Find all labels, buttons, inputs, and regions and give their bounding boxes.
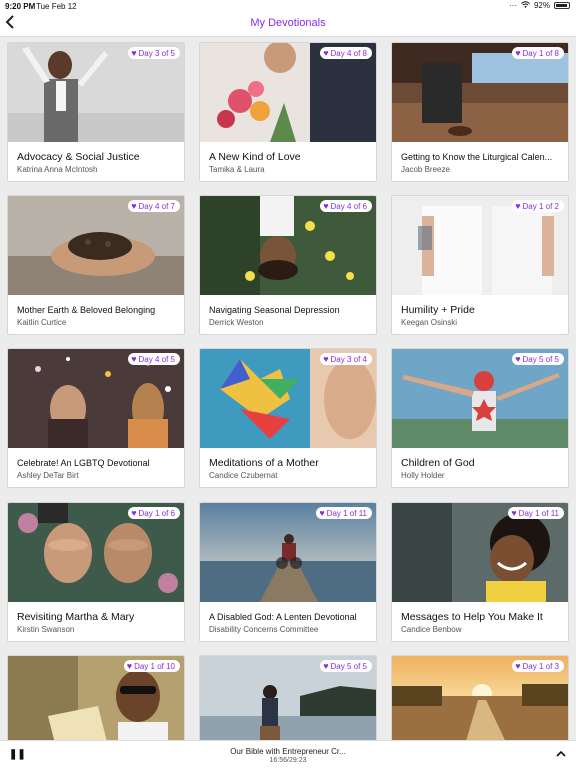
card-author: Kirstin Swanson	[17, 625, 75, 634]
devotional-card[interactable]: ♥ Day 4 of 7 Mother Earth & Beloved Belon…	[7, 195, 185, 335]
heart-icon: ♥	[131, 508, 137, 518]
progress-badge: ♥ Day 5 of 5	[512, 353, 564, 365]
card-author: Candice Czubernat	[209, 471, 278, 480]
devotional-card[interactable]: ♥ Day 5 of 5	[199, 655, 377, 740]
devotional-card[interactable]: ♥ Day 1 of 2 Humility + Pride Keegan Osin…	[391, 195, 569, 335]
card-title: Revisiting Martha & Mary	[17, 611, 135, 623]
devotional-grid: ♥ Day 3 of 5 Advocacy & Social Justice Ka…	[0, 38, 576, 740]
battery-icon	[554, 2, 570, 9]
card-author: Kaitlin Curtice	[17, 318, 67, 327]
devotional-card[interactable]: ♥ Day 4 of 8 A New Kind of Love Tamika & …	[199, 42, 377, 182]
progress-badge: ♥ Day 4 of 5	[128, 353, 180, 365]
nav-bar: My Devotionals	[0, 12, 576, 37]
progress-badge: ♥ Day 5 of 5	[320, 660, 372, 672]
player-title: Our Bible with Entrepreneur Cr...	[230, 747, 346, 756]
devotional-card[interactable]: ♥ Day 1 of 10	[7, 655, 185, 740]
card-author: Derrick Weston	[209, 318, 264, 327]
card-title: Advocacy & Social Justice	[17, 151, 140, 163]
heart-icon: ♥	[126, 661, 133, 671]
progress-badge: ♥ Day 1 of 10	[123, 660, 180, 672]
card-title: Messages to Help You Make It	[401, 611, 543, 623]
card-title: Children of God	[401, 457, 475, 469]
heart-icon: ♥	[515, 661, 521, 671]
progress-badge: ♥ Day 4 of 8	[320, 47, 372, 59]
card-title: Mother Earth & Beloved Belonging	[17, 305, 156, 315]
heart-icon: ♥	[131, 201, 137, 211]
progress-badge: ♥ Day 3 of 4	[320, 353, 372, 365]
progress-badge: ♥ Day 4 of 7	[128, 200, 180, 212]
card-title: Meditations of a Mother	[209, 457, 319, 469]
status-time: 9:20 PM	[5, 2, 36, 11]
progress-badge: ♥ Day 1 of 3	[512, 660, 564, 672]
card-title: A Disabled God: A Lenten Devotional	[209, 612, 357, 622]
battery-percent: 92%	[533, 1, 550, 10]
chevron-up-icon[interactable]	[556, 747, 566, 761]
card-author: Tamika & Laura	[209, 165, 265, 174]
devotional-card[interactable]: ♥ Day 4 of 6 Navigating Seasonal Depressi…	[199, 195, 377, 335]
progress-badge: ♥ Day 1 of 2	[512, 200, 564, 212]
heart-icon: ♥	[511, 508, 517, 518]
card-author: Candice Benbow	[401, 625, 462, 634]
card-title: Navigating Seasonal Depression	[209, 305, 340, 315]
heart-icon: ♥	[515, 201, 521, 211]
devotional-card[interactable]: ♥ Day 1 of 11 A Disabled God: A Lenten De…	[199, 502, 377, 642]
heart-icon: ♥	[515, 354, 521, 364]
progress-badge: ♥ Day 1 of 8	[512, 47, 564, 59]
mini-player: ❚❚ Our Bible with Entrepreneur Cr... 16:…	[0, 740, 576, 768]
wifi-icon	[521, 1, 530, 10]
devotional-card[interactable]: ♥ Day 3 of 5 Advocacy & Social Justice Ka…	[7, 42, 185, 182]
status-date: Tue Feb 12	[36, 2, 77, 11]
heart-icon: ♥	[323, 201, 329, 211]
progress-badge: ♥ Day 3 of 5	[128, 47, 180, 59]
heart-icon: ♥	[319, 508, 325, 518]
card-author: Holly Holder	[401, 471, 445, 480]
card-title: Celebrate! An LGBTQ Devotional	[17, 458, 150, 468]
heart-icon: ♥	[131, 48, 137, 58]
progress-badge: ♥ Day 1 of 11	[508, 507, 564, 519]
card-author: Disability Concerns Committee	[209, 625, 319, 634]
progress-badge: ♥ Day 1 of 11	[316, 507, 372, 519]
heart-icon: ♥	[323, 354, 329, 364]
devotional-card[interactable]: ♥ Day 1 of 11 Messages to Help You Make I…	[391, 502, 569, 642]
card-author: Jacob Breeze	[401, 165, 450, 174]
heart-icon: ♥	[515, 48, 521, 58]
player-time: 16:56/29:23	[269, 757, 307, 764]
heart-icon: ♥	[131, 354, 137, 364]
devotional-card[interactable]: ♥ Day 3 of 4 Meditations of a Mother Cand…	[199, 348, 377, 488]
heart-icon: ♥	[323, 661, 329, 671]
devotional-card[interactable]: ♥ Day 1 of 3	[391, 655, 569, 740]
card-title: A New Kind of Love	[209, 151, 301, 163]
progress-badge: ♥ Day 1 of 6	[128, 507, 180, 519]
status-bar: 9:20 PM Tue Feb 12 ··· 92%	[0, 0, 576, 12]
devotional-card[interactable]: ♥ Day 1 of 6 Revisiting Martha & Mary Kir…	[7, 502, 185, 642]
devotional-card[interactable]: ♥ Day 1 of 8 Getting to Know the Liturgic…	[391, 42, 569, 182]
card-author: Katrina Anna McIntosh	[17, 165, 98, 174]
page-title: My Devotionals	[250, 17, 326, 29]
progress-badge: ♥ Day 4 of 6	[320, 200, 372, 212]
card-title: Getting to Know the Liturgical Calen...	[401, 152, 553, 162]
signal-icon: ···	[508, 1, 517, 10]
devotional-card[interactable]: ♥ Day 4 of 5 Celebrate! An LGBTQ Devotion…	[7, 348, 185, 488]
devotional-card[interactable]: ♥ Day 5 of 5 Children of God Holly Holder	[391, 348, 569, 488]
card-title: Humility + Pride	[401, 304, 475, 316]
card-author: Keegan Osinski	[401, 318, 458, 327]
card-author: Ashley DeTar Birt	[17, 471, 79, 480]
status-indicators: ··· 92%	[509, 1, 570, 10]
heart-icon: ♥	[323, 48, 329, 58]
